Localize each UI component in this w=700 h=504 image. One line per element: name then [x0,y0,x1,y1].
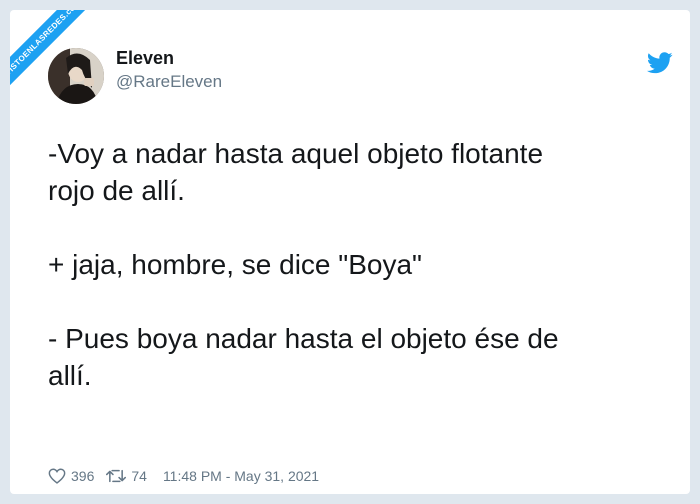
retweet-action[interactable]: 74 [106,468,163,484]
author-name[interactable]: Eleven [116,48,174,69]
tweet-stats: 396 74 11:48 PM - May 31, 2021 [48,468,319,484]
heart-icon [48,468,66,484]
tweet-line: + jaja, hombre, se dice "Boya" [48,249,422,280]
like-action[interactable]: 396 [48,468,106,484]
like-count: 396 [71,468,95,484]
watermark-ribbon: VISTOENLASREDES.com [10,10,94,94]
tweet-text: -Voy a nadar hasta aquel objeto flotante… [48,135,668,394]
retweet-icon [106,469,127,483]
tweet-line: allí. [48,360,92,391]
tweet-line: - Pues boya nadar hasta el objeto ése de [48,323,559,354]
retweet-count: 74 [131,468,147,484]
tweet-line: -Voy a nadar hasta aquel objeto flotante [48,138,544,169]
author-handle[interactable]: @RareEleven [116,72,222,92]
tweet-line: rojo de allí. [48,175,185,206]
watermark-text: VISTOENLASREDES.com [10,10,94,94]
twitter-bird-icon[interactable] [646,52,673,74]
tweet-card: VISTOENLASREDES.com Eleven @RareEleven -… [10,10,690,494]
tweet-timestamp[interactable]: 11:48 PM - May 31, 2021 [163,468,319,484]
